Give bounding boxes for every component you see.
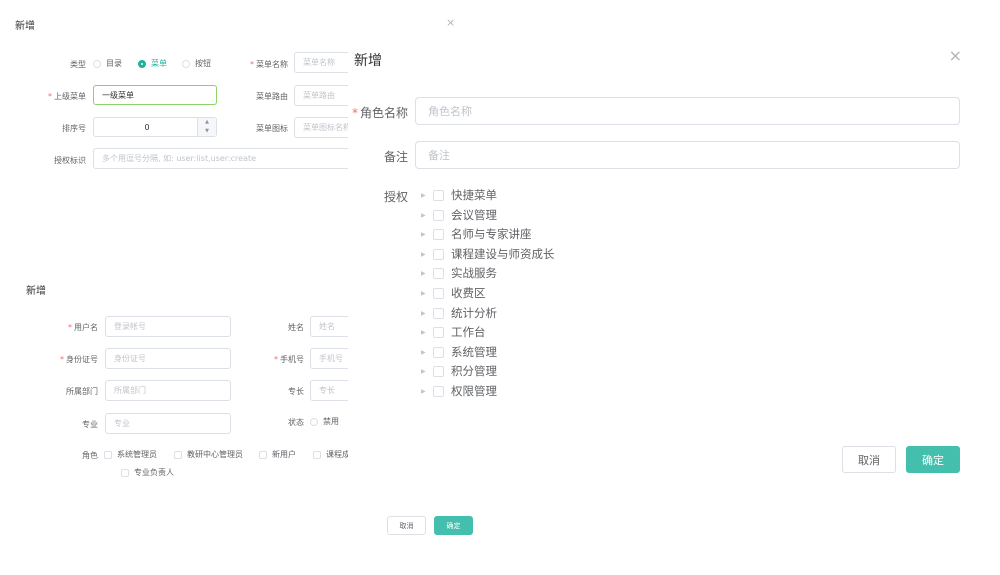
role-checkbox-major-lead[interactable]: 专业负责人 <box>121 467 174 478</box>
type-radio-directory[interactable]: 目录 <box>93 58 122 69</box>
type-radio-menu[interactable]: 菜单 <box>138 58 167 69</box>
expand-arrow-icon[interactable]: ▶ <box>421 192 433 199</box>
radio-icon <box>310 417 318 426</box>
role-checkbox-course[interactable]: 课程成 <box>313 449 350 460</box>
type-radio-button[interactable]: 按钮 <box>182 58 211 69</box>
expand-arrow-icon[interactable]: ▶ <box>421 310 433 317</box>
close-icon[interactable]: × <box>949 46 962 65</box>
specialty-label: 专长 <box>288 387 304 396</box>
menu-name-label: * 菜单名称 <box>250 60 288 69</box>
expand-arrow-icon[interactable]: ▶ <box>421 329 433 336</box>
checkbox-icon[interactable] <box>433 287 444 299</box>
radio-checked-icon <box>138 59 146 68</box>
checkbox-icon[interactable] <box>433 326 444 338</box>
idcard-input[interactable]: 身份证号 <box>105 348 231 369</box>
menu-route-label: 菜单路由 <box>256 92 288 101</box>
checkbox-icon[interactable] <box>433 267 444 279</box>
phone-label: * 手机号 <box>274 355 304 364</box>
department-input[interactable]: 所属部门 <box>105 380 231 401</box>
tree-node-meeting[interactable]: ▶ 会议管理 <box>421 206 497 224</box>
expand-arrow-icon[interactable]: ▶ <box>421 231 433 238</box>
name-input[interactable]: 姓名 <box>310 316 350 337</box>
radio-icon <box>93 59 101 68</box>
checkbox-icon <box>104 450 112 459</box>
phone-input[interactable]: 手机号 <box>310 348 350 369</box>
menu-icon-label: 菜单图标 <box>256 124 288 133</box>
tree-node-system[interactable]: ▶ 系统管理 <box>421 343 497 361</box>
status-disabled-radio[interactable]: 禁用 <box>310 416 339 427</box>
checkbox-icon <box>259 450 267 459</box>
expand-arrow-icon[interactable]: ▶ <box>421 290 433 297</box>
specialty-input[interactable]: 专长 <box>310 380 350 401</box>
role-cancel-button[interactable]: 取消 <box>842 446 896 473</box>
expand-arrow-icon[interactable]: ▶ <box>421 270 433 277</box>
role-confirm-button[interactable]: 确定 <box>906 446 960 473</box>
menu-confirm-button[interactable]: 确定 <box>434 516 473 535</box>
major-label: 专业 <box>82 420 98 429</box>
expand-arrow-icon[interactable]: ▶ <box>421 251 433 258</box>
checkbox-icon[interactable] <box>433 346 444 358</box>
permission-input[interactable]: 多个用逗号分隔, 如: user:list,user:create <box>93 148 350 169</box>
major-input[interactable]: 专业 <box>105 413 231 434</box>
order-stepper[interactable]: ▲ ▼ <box>197 118 216 136</box>
checkbox-icon <box>174 450 182 459</box>
department-label: 所属部门 <box>66 387 98 396</box>
tree-node-workbench[interactable]: ▶ 工作台 <box>421 323 486 341</box>
expand-arrow-icon[interactable]: ▶ <box>421 349 433 356</box>
parent-menu-input[interactable]: 一级菜单 <box>93 85 217 105</box>
decrease-icon[interactable]: ▼ <box>198 127 216 136</box>
username-label: * 用户名 <box>68 323 98 332</box>
expand-arrow-icon[interactable]: ▶ <box>421 388 433 395</box>
status-label: 状态 <box>288 418 304 427</box>
type-label: 类型 <box>70 60 86 69</box>
checkbox-icon[interactable] <box>433 365 444 377</box>
radio-icon <box>182 59 190 68</box>
tree-node-points[interactable]: ▶ 积分管理 <box>421 362 497 380</box>
close-icon[interactable]: × <box>446 16 455 29</box>
tree-node-statistics[interactable]: ▶ 统计分析 <box>421 304 497 322</box>
permission-label: 授权标识 <box>54 156 86 165</box>
parent-menu-label: * 上级菜单 <box>48 92 86 101</box>
expand-arrow-icon[interactable]: ▶ <box>421 212 433 219</box>
user-dialog-title: 新增 <box>26 286 46 297</box>
menu-route-input[interactable]: 菜单路由 <box>294 85 350 106</box>
tree-node-permissions[interactable]: ▶ 权限管理 <box>421 382 497 400</box>
increase-icon[interactable]: ▲ <box>198 118 216 127</box>
tree-node-practice-service[interactable]: ▶ 实战服务 <box>421 264 497 282</box>
role-name-input[interactable]: 角色名称 <box>415 97 960 125</box>
tree-node-lectures[interactable]: ▶ 名师与专家讲座 <box>421 225 532 243</box>
authorization-label: 授权 <box>383 190 408 204</box>
role-name-label: * 角色名称 <box>351 106 408 120</box>
checkbox-icon <box>121 468 129 477</box>
checkbox-icon[interactable] <box>433 209 444 221</box>
menu-cancel-button[interactable]: 取消 <box>387 516 426 535</box>
idcard-label: * 身份证号 <box>60 355 98 364</box>
role-dialog-title: 新增 <box>354 53 382 69</box>
tree-node-quick-menu[interactable]: ▶ 快捷菜单 <box>421 186 497 204</box>
name-label: 姓名 <box>288 323 304 332</box>
role-dialog: 新增 × * 角色名称 角色名称 备注 备注 授权 ▶ 快捷菜单 ▶ 会议管理 ▶ 名师… <box>348 38 980 488</box>
role-checkbox-new-user[interactable]: 新用户 <box>259 449 296 460</box>
menu-dialog-title: 新增 <box>15 21 35 32</box>
checkbox-icon[interactable] <box>433 189 444 201</box>
tree-node-course-building[interactable]: ▶ 课程建设与师资成长 <box>421 245 555 263</box>
checkbox-icon[interactable] <box>433 248 444 260</box>
checkbox-icon <box>313 450 321 459</box>
role-label: 角色 <box>82 451 98 460</box>
username-input[interactable]: 登录帐号 <box>105 316 231 337</box>
menu-name-input[interactable]: 菜单名称 <box>294 52 350 73</box>
menu-icon-input[interactable]: 菜单图标名称 <box>294 117 350 138</box>
remark-label: 备注 <box>383 150 408 164</box>
tree-node-paid-area[interactable]: ▶ 收费区 <box>421 284 486 302</box>
expand-arrow-icon[interactable]: ▶ <box>421 368 433 375</box>
role-checkbox-admin[interactable]: 系统管理员 <box>104 449 157 460</box>
checkbox-icon[interactable] <box>433 385 444 397</box>
remark-input[interactable]: 备注 <box>415 141 960 169</box>
checkbox-icon[interactable] <box>433 307 444 319</box>
order-label: 排序号 <box>62 124 86 133</box>
checkbox-icon[interactable] <box>433 228 444 240</box>
role-checkbox-research-admin[interactable]: 教研中心管理员 <box>174 449 243 460</box>
